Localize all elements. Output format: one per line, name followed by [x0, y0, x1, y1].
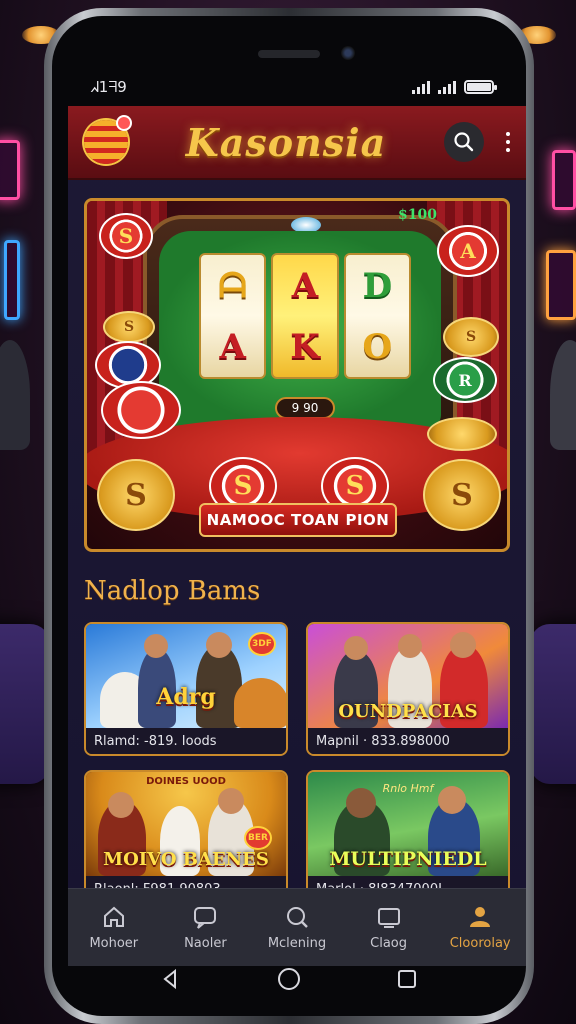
home-circle-icon[interactable]	[276, 966, 302, 992]
phone-frame: ᖽ1ᖷ9 Kasonsia ᗩ A A K D O 9 90 $100 S A …	[44, 8, 534, 1024]
status-icons	[412, 80, 497, 94]
game-top-label: DOINES UOOD	[146, 776, 226, 787]
slot-reels: ᗩ A A K D O	[199, 253, 411, 379]
game-title: OUNDPACIAS	[338, 701, 478, 722]
phone-screen-area: ᖽ1ᖷ9 Kasonsia ᗩ A A K D O 9 90 $100 S A …	[52, 16, 526, 1016]
home-icon	[101, 904, 127, 930]
slot-counter: 9 90	[275, 397, 335, 419]
reel-symbol: D	[362, 265, 393, 306]
game-card[interactable]: DOINES UOOD BER MOIVO BAENES Rlaonl: F98…	[84, 770, 288, 904]
neon-sign	[552, 150, 576, 210]
background-person	[550, 340, 576, 450]
gold-coin-icon: S	[443, 317, 499, 357]
game-badge: BER	[244, 826, 272, 850]
slot-reel: D O	[343, 253, 411, 379]
back-icon[interactable]	[159, 967, 183, 991]
game-card-art: OUNDPACIAS	[308, 624, 508, 728]
earpiece	[258, 50, 320, 58]
app-header: Kasonsia	[68, 106, 526, 180]
bonus-tag: $100	[398, 207, 437, 223]
reel-symbol: A	[291, 265, 319, 306]
game-card[interactable]: Rnlo Hmf MULTIPNIEDL Marlol · 8I8347000I	[306, 770, 510, 904]
game-caption: Mapnil · 833.898000	[308, 728, 508, 754]
gold-coin-icon: S	[97, 459, 175, 531]
person-head	[206, 632, 232, 658]
signal-icon	[438, 80, 456, 94]
game-title: MULTIPNIEDL	[329, 848, 487, 870]
neon-sign	[0, 140, 20, 200]
casino-chip-icon: R	[433, 357, 497, 403]
casino-chip-icon: A	[437, 225, 499, 277]
person-head	[344, 636, 368, 660]
game-title: Adrg	[156, 684, 216, 710]
person-head	[438, 786, 466, 814]
chat-icon	[192, 904, 218, 930]
casino-table	[530, 624, 576, 784]
hero-cta-button[interactable]: NAMOOC TOAN PION	[199, 503, 397, 537]
game-caption: Rlamd: -819. Ioods	[86, 728, 286, 754]
nav-label: Claog	[370, 936, 408, 951]
profile-icon	[467, 904, 493, 930]
game-card-art: DOINES UOOD BER MOIVO BAENES	[86, 772, 286, 876]
game-card[interactable]: OUNDPACIAS Mapnil · 833.898000	[306, 622, 510, 756]
person-head	[108, 792, 134, 818]
game-top-label: Rnlo Hmf	[382, 782, 434, 795]
neon-sign	[546, 250, 576, 320]
nav-label: Mohoer	[89, 936, 139, 951]
casino-chip-icon: S	[99, 213, 153, 259]
nav-label: Naoler	[184, 936, 227, 951]
gold-coin-icon: S	[103, 311, 155, 343]
signal-icon	[412, 80, 430, 94]
person-head	[144, 634, 168, 658]
game-card-art: Rnlo Hmf MULTIPNIEDL	[308, 772, 508, 876]
front-camera	[341, 46, 355, 60]
person-head	[450, 632, 476, 658]
gold-coin-icon	[427, 417, 497, 451]
reel-symbol: O	[362, 326, 393, 367]
nav-label: Mclening	[267, 936, 327, 951]
casino-logo-icon[interactable]	[84, 117, 130, 164]
more-vertical-icon[interactable]	[504, 128, 512, 156]
header-actions	[444, 122, 512, 162]
game-badge: 3DF	[248, 632, 276, 656]
person-head	[346, 788, 376, 818]
reel-symbol: A	[219, 326, 246, 367]
nav-label: Cloorolay	[449, 936, 511, 951]
recents-icon[interactable]	[395, 967, 419, 991]
battery-icon	[464, 80, 497, 94]
slot-machine: ᗩ A A K D O 9 90	[143, 215, 457, 443]
person-head	[218, 788, 244, 814]
search-button[interactable]	[444, 122, 484, 162]
slot-reel: A K	[271, 253, 339, 379]
reel-symbol: K	[290, 326, 320, 367]
tv-icon	[376, 904, 402, 930]
hero-banner[interactable]: ᗩ A A K D O 9 90 $100 S A S S R S S S S …	[84, 198, 510, 552]
game-title: MOIVO BAENES	[103, 849, 269, 870]
system-nav-bar	[52, 952, 526, 1016]
neon-sign	[4, 240, 20, 320]
status-time: ᖽ1ᖷ9	[90, 78, 127, 96]
reel-symbol: ᗩ	[218, 265, 247, 306]
gold-coin-icon: S	[423, 459, 501, 531]
status-bar: ᖽ1ᖷ9	[90, 76, 497, 98]
slot-reel: ᗩ A	[199, 253, 267, 379]
app-screen: Kasonsia ᗩ A A K D O 9 90 $100 S A S S R…	[68, 106, 526, 966]
search-icon	[454, 132, 474, 152]
background-person	[0, 340, 30, 450]
casino-table	[0, 624, 50, 784]
app-brand-title: Kasonsia	[185, 119, 387, 165]
game-card[interactable]: 3DF Adrg Rlamd: -819. Ioods	[84, 622, 288, 756]
game-card-art: 3DF Adrg	[86, 624, 286, 728]
person-head	[398, 634, 422, 658]
section-title: Nadlop Bams	[84, 576, 261, 606]
search-game-icon	[284, 904, 310, 930]
chip-stack-icon	[101, 381, 181, 439]
